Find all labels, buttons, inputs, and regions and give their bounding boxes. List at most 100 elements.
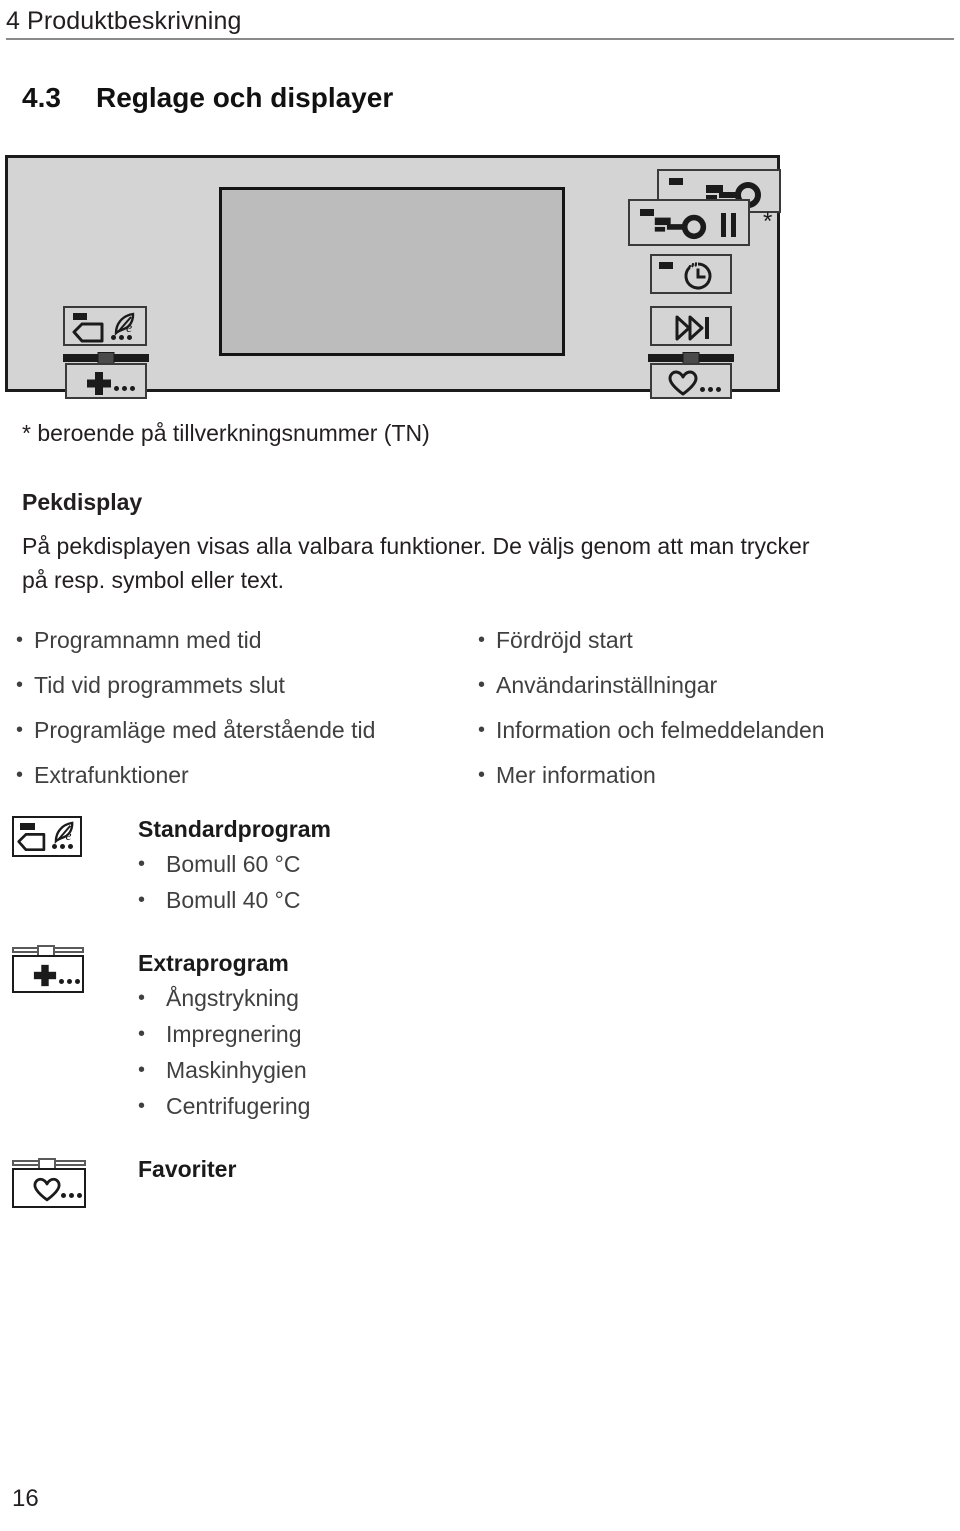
list-item: • Extrafunktioner	[16, 753, 478, 798]
bullet-glyph: •	[138, 1023, 146, 1045]
ellipsis-dots	[114, 386, 135, 391]
ellipsis-dots	[52, 844, 73, 849]
running-header: 4 Produktbeskrivning	[6, 6, 954, 42]
ellipsis-dots	[61, 1193, 82, 1198]
touch-display-paragraph-line1: På pekdisplayen visas alla valbara funkt…	[22, 533, 810, 559]
favourites-slider-icon	[12, 1160, 86, 1166]
list-item-label: Programläge med återstående tid	[34, 717, 376, 743]
heart-icon	[33, 1177, 61, 1202]
control-panel-illustration: * e	[5, 155, 781, 399]
footnote-text: * beroende på tillverkningsnummer (TN)	[22, 420, 430, 446]
skip-button[interactable]	[650, 306, 732, 346]
touch-display-paragraph-line2: på resp. symbol eller text.	[22, 567, 285, 593]
section-heading: 4.3 Reglage och displayer	[22, 82, 922, 114]
favourites-slider[interactable]	[648, 354, 734, 362]
bullet-glyph: •	[138, 853, 146, 875]
bullet-glyph: •	[16, 674, 24, 696]
list-item: • Centrifugering	[138, 1088, 310, 1124]
textile-tag-icon	[17, 833, 46, 852]
key-icon	[654, 214, 707, 240]
fast-forward-icon	[675, 315, 709, 341]
list-item-label: Tid vid programmets slut	[34, 672, 285, 698]
bullet-glyph: •	[478, 764, 486, 786]
bullet-glyph: •	[478, 629, 486, 651]
bullet-glyph: •	[138, 1095, 146, 1117]
feature-column-right: • Fördröjd start • Användarinställningar…	[478, 618, 940, 798]
bullet-glyph: •	[16, 719, 24, 741]
bullet-glyph: •	[16, 629, 24, 651]
feather-eco-icon: e	[114, 312, 135, 336]
list-item: • Användarinställningar	[478, 663, 940, 708]
touch-display-screen	[219, 187, 565, 356]
list-item: • Programnamn med tid	[16, 618, 478, 663]
list-item-label: Centrifugering	[166, 1093, 311, 1119]
list-item: • Bomull 40 °C	[138, 882, 331, 918]
status-indicator-led	[73, 313, 87, 320]
programme-group-title: Favoriter	[138, 1156, 237, 1182]
bullet-glyph: •	[138, 1059, 146, 1081]
delayed-start-button[interactable]	[650, 254, 732, 294]
bullet-glyph: •	[138, 987, 146, 1009]
svg-text:e: e	[66, 828, 72, 843]
list-item: • Bomull 60 °C	[138, 846, 331, 882]
touch-display-heading: Pekdisplay	[22, 489, 143, 515]
list-item-label: Programnamn med tid	[34, 627, 262, 653]
programme-selector-button[interactable]: e	[63, 306, 147, 346]
list-item-label: Bomull 40 °C	[166, 887, 301, 913]
list-item-label: Fördröjd start	[496, 627, 633, 653]
list-item-label: Maskinhygien	[166, 1057, 307, 1083]
clock-icon	[684, 262, 712, 290]
section-title: Reglage och displayer	[96, 82, 394, 113]
plus-icon	[33, 964, 57, 987]
status-indicator-led	[659, 262, 673, 269]
list-item: • Mer information	[478, 753, 940, 798]
asterisk-footnote-marker: *	[763, 208, 773, 235]
ellipsis-dots	[700, 387, 721, 392]
list-item: • Ångstrykning	[138, 980, 310, 1016]
feature-column-left: • Programnamn med tid • Tid vid programm…	[16, 618, 478, 798]
list-item: • Information och felmeddelanden	[478, 708, 940, 753]
status-indicator-led	[20, 823, 35, 830]
programme-group-title: Standardprogram	[138, 816, 331, 842]
list-item: • Impregnering	[138, 1016, 310, 1052]
list-item: • Programläge med återstående tid	[16, 708, 478, 753]
list-item-label: Användarinställningar	[496, 672, 718, 698]
list-item-label: Mer information	[496, 762, 656, 788]
ellipsis-dots	[59, 979, 80, 984]
programme-group-extra: Extraprogram • Ångstrykning • Impregneri…	[138, 946, 310, 1124]
bullet-glyph: •	[478, 674, 486, 696]
list-item: • Fördröjd start	[478, 618, 940, 663]
list-item-label: Impregnering	[166, 1021, 302, 1047]
favourites-button[interactable]	[650, 363, 732, 399]
door-lock-pause-button-variant-b[interactable]	[628, 199, 750, 246]
extras-slider[interactable]	[63, 354, 149, 362]
list-item-label: Information och felmeddelanden	[496, 717, 825, 743]
list-item-label: Extrafunktioner	[34, 762, 189, 788]
svg-text:e: e	[126, 321, 132, 336]
programme-group-standard: Standardprogram • Bomull 60 °C • Bomull …	[138, 812, 331, 918]
status-indicator-led	[669, 178, 683, 185]
feature-bullet-columns: • Programnamn med tid • Tid vid programm…	[16, 618, 940, 798]
heart-icon	[668, 370, 698, 396]
textile-tag-icon	[72, 322, 104, 343]
section-number: 4.3	[22, 82, 61, 113]
extras-icon-box	[12, 955, 84, 993]
feather-eco-icon: e	[54, 821, 74, 844]
chapter-title: 4 Produktbeskrivning	[6, 7, 242, 35]
extras-button[interactable]	[65, 363, 147, 399]
bullet-glyph: •	[16, 764, 24, 786]
list-item-label: Ångstrykning	[166, 985, 299, 1011]
header-divider	[6, 38, 954, 40]
list-item: • Maskinhygien	[138, 1052, 310, 1088]
page-number: 16	[12, 1485, 39, 1512]
programme-group-favourites: Favoriter	[138, 1152, 236, 1186]
programme-selector-icon-box: e	[12, 816, 82, 857]
programme-group-title: Extraprogram	[138, 950, 289, 976]
extras-slider-icon	[12, 947, 84, 953]
favourites-icon-box	[12, 1168, 86, 1208]
list-item: • Tid vid programmets slut	[16, 663, 478, 708]
plus-icon	[87, 372, 111, 395]
bullet-glyph: •	[478, 719, 486, 741]
pause-icon	[721, 213, 736, 237]
bullet-glyph: •	[138, 889, 146, 911]
